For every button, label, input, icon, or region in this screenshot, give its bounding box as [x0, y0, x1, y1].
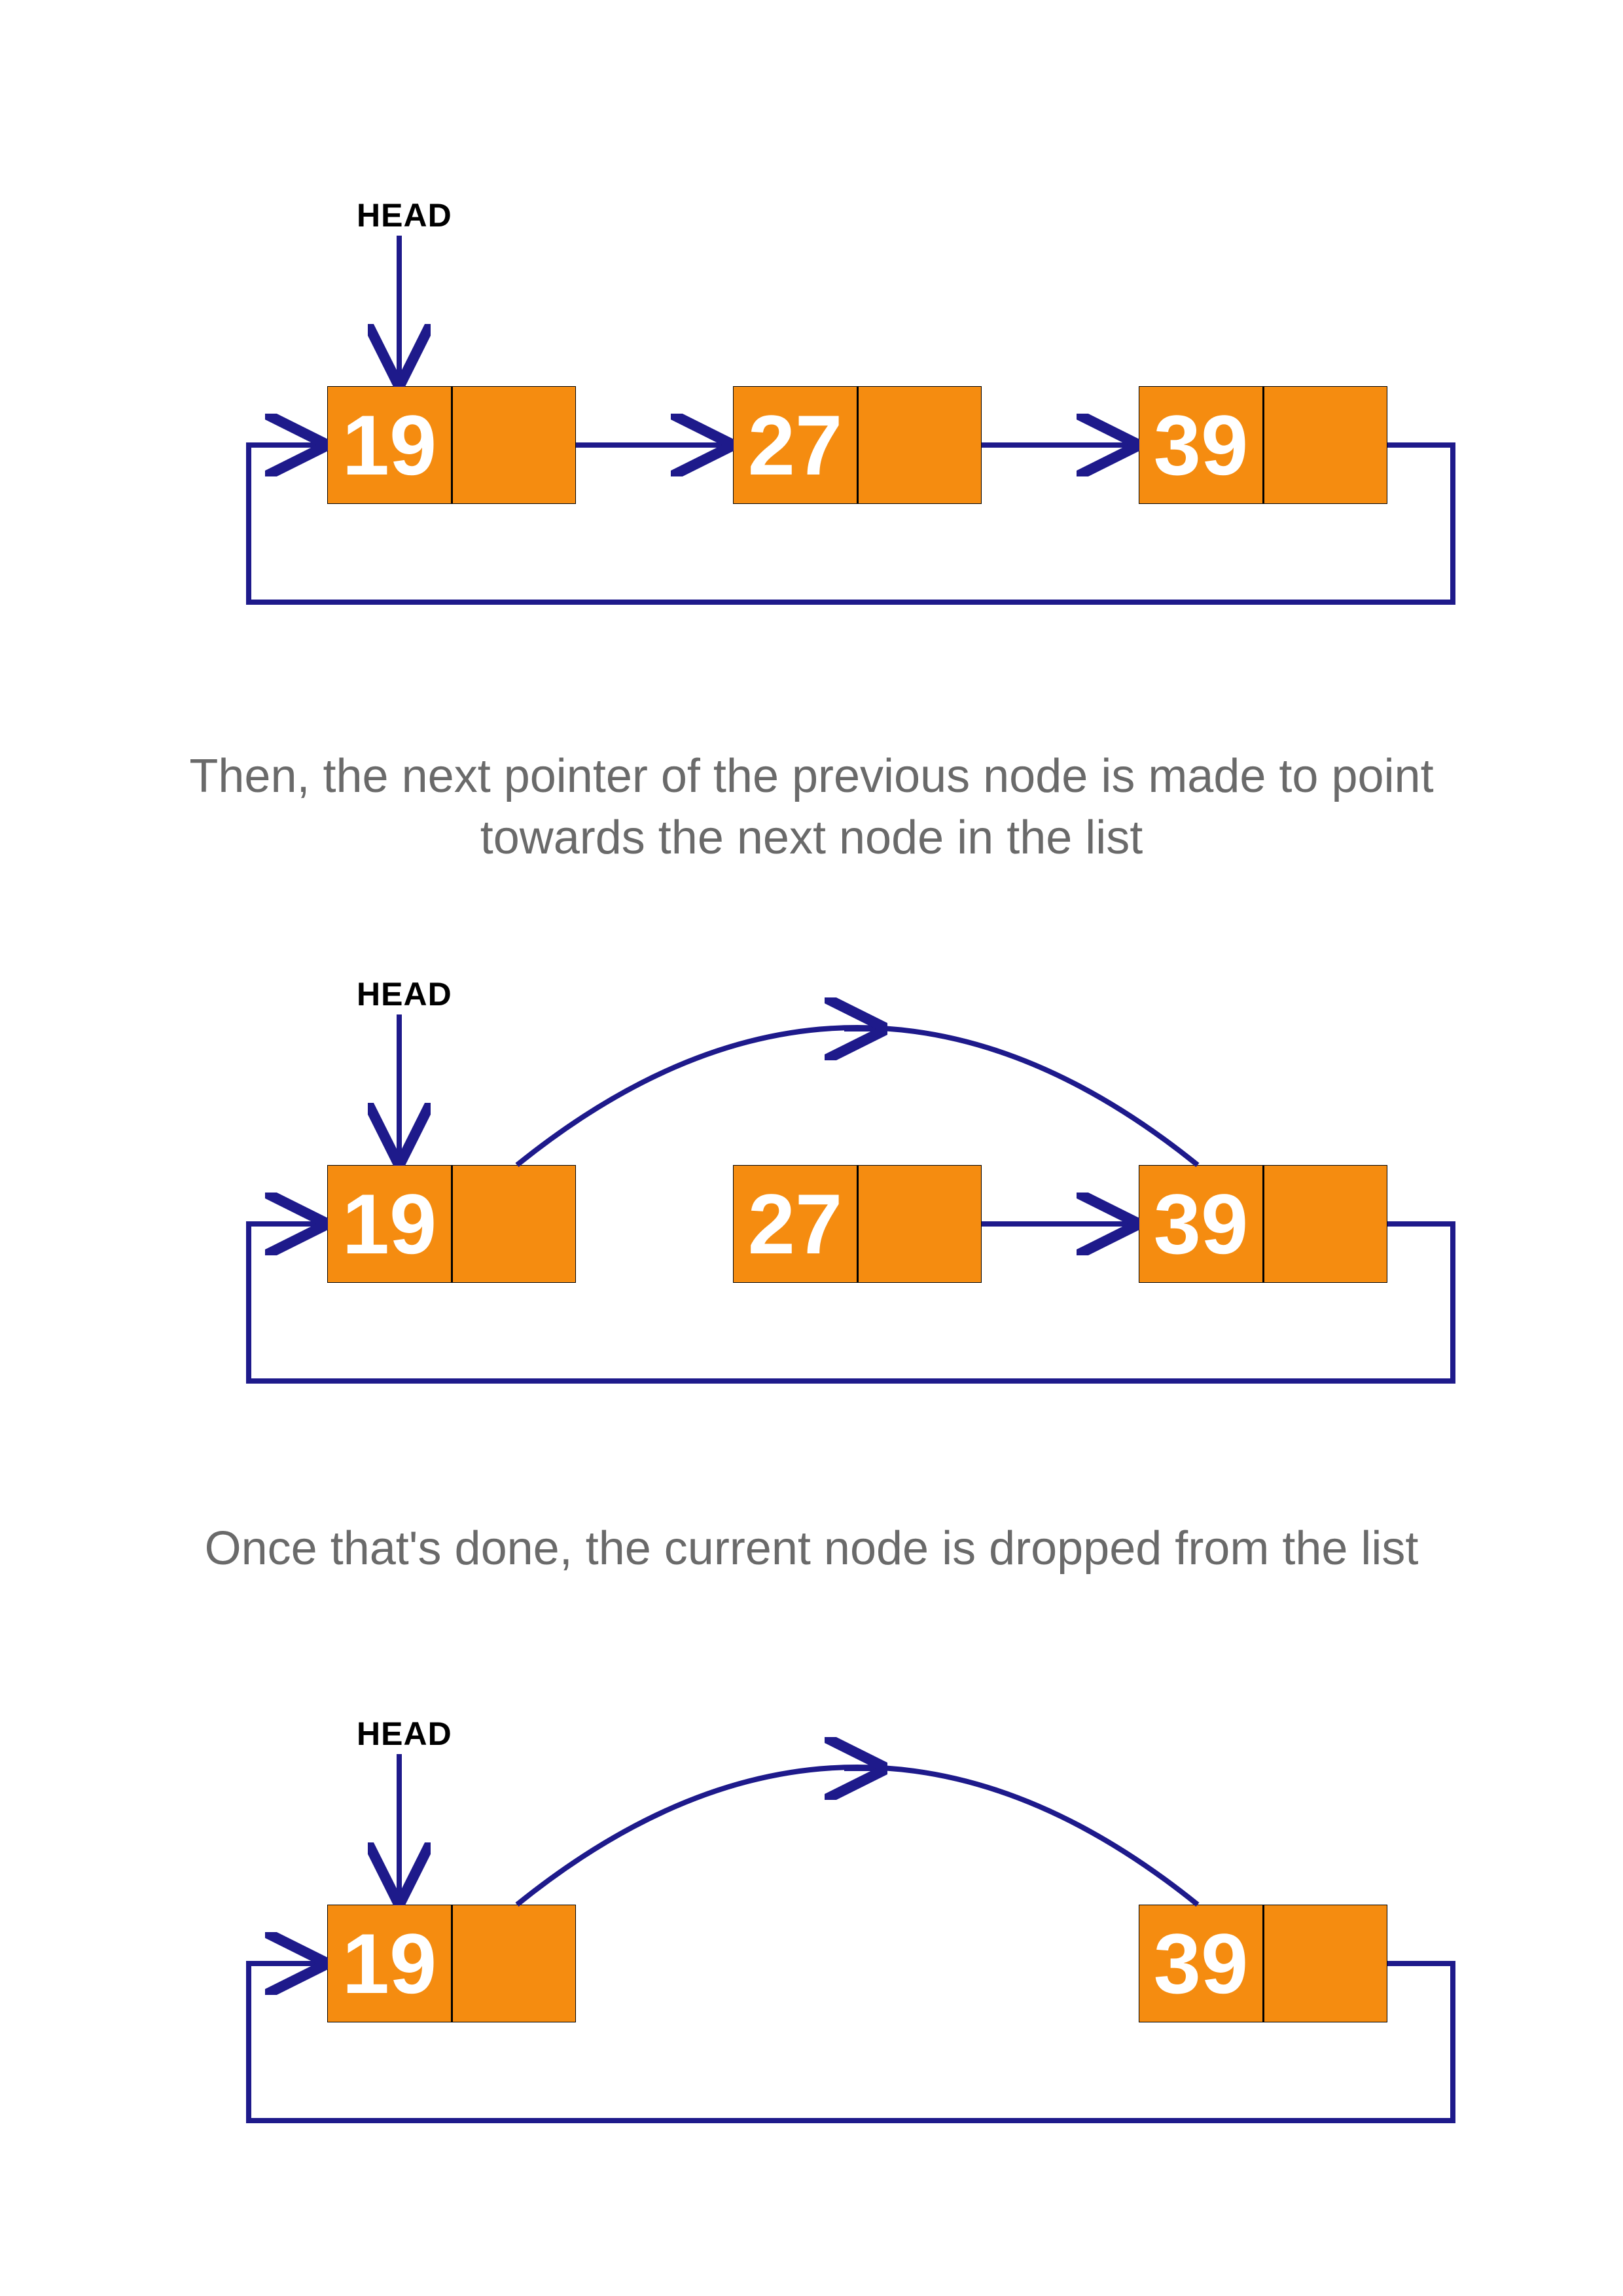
node-19-d3: 19: [327, 1905, 576, 2022]
node-value: 19: [327, 386, 452, 504]
node-pointer-icon: [1263, 1165, 1387, 1283]
caption-text: Then, the next pointer of the previous n…: [189, 750, 1433, 864]
node-pointer-icon: [452, 386, 576, 504]
node-value: 39: [1139, 1905, 1263, 2022]
node-value: 19: [327, 1165, 452, 1283]
caption-step2: Then, the next pointer of the previous n…: [0, 746, 1623, 869]
node-39-d3: 39: [1139, 1905, 1387, 2022]
caption-text: Once that's done, the current node is dr…: [205, 1522, 1419, 1575]
node-value: 27: [733, 1165, 857, 1283]
node-19-d2: 19: [327, 1165, 576, 1283]
node-27-d1: 27: [733, 386, 982, 504]
caption-step3: Once that's done, the current node is dr…: [0, 1518, 1623, 1580]
node-39-d2: 39: [1139, 1165, 1387, 1283]
node-39-d1: 39: [1139, 386, 1387, 504]
node-value: 39: [1139, 386, 1263, 504]
node-value: 27: [733, 386, 857, 504]
node-19-d1: 19: [327, 386, 576, 504]
node-value: 39: [1139, 1165, 1263, 1283]
node-value: 19: [327, 1905, 452, 2022]
node-pointer-icon: [452, 1905, 576, 2022]
node-pointer-icon: [1263, 386, 1387, 504]
node-pointer-icon: [857, 386, 982, 504]
head-label-3: HEAD: [357, 1715, 452, 1753]
head-label-1: HEAD: [357, 196, 452, 234]
node-pointer-icon: [857, 1165, 982, 1283]
head-label-2: HEAD: [357, 975, 452, 1013]
node-27-d2: 27: [733, 1165, 982, 1283]
node-pointer-icon: [452, 1165, 576, 1283]
node-pointer-icon: [1263, 1905, 1387, 2022]
linked-list-deletion-diagram: HEAD 19 27 39: [0, 0, 1623, 2296]
